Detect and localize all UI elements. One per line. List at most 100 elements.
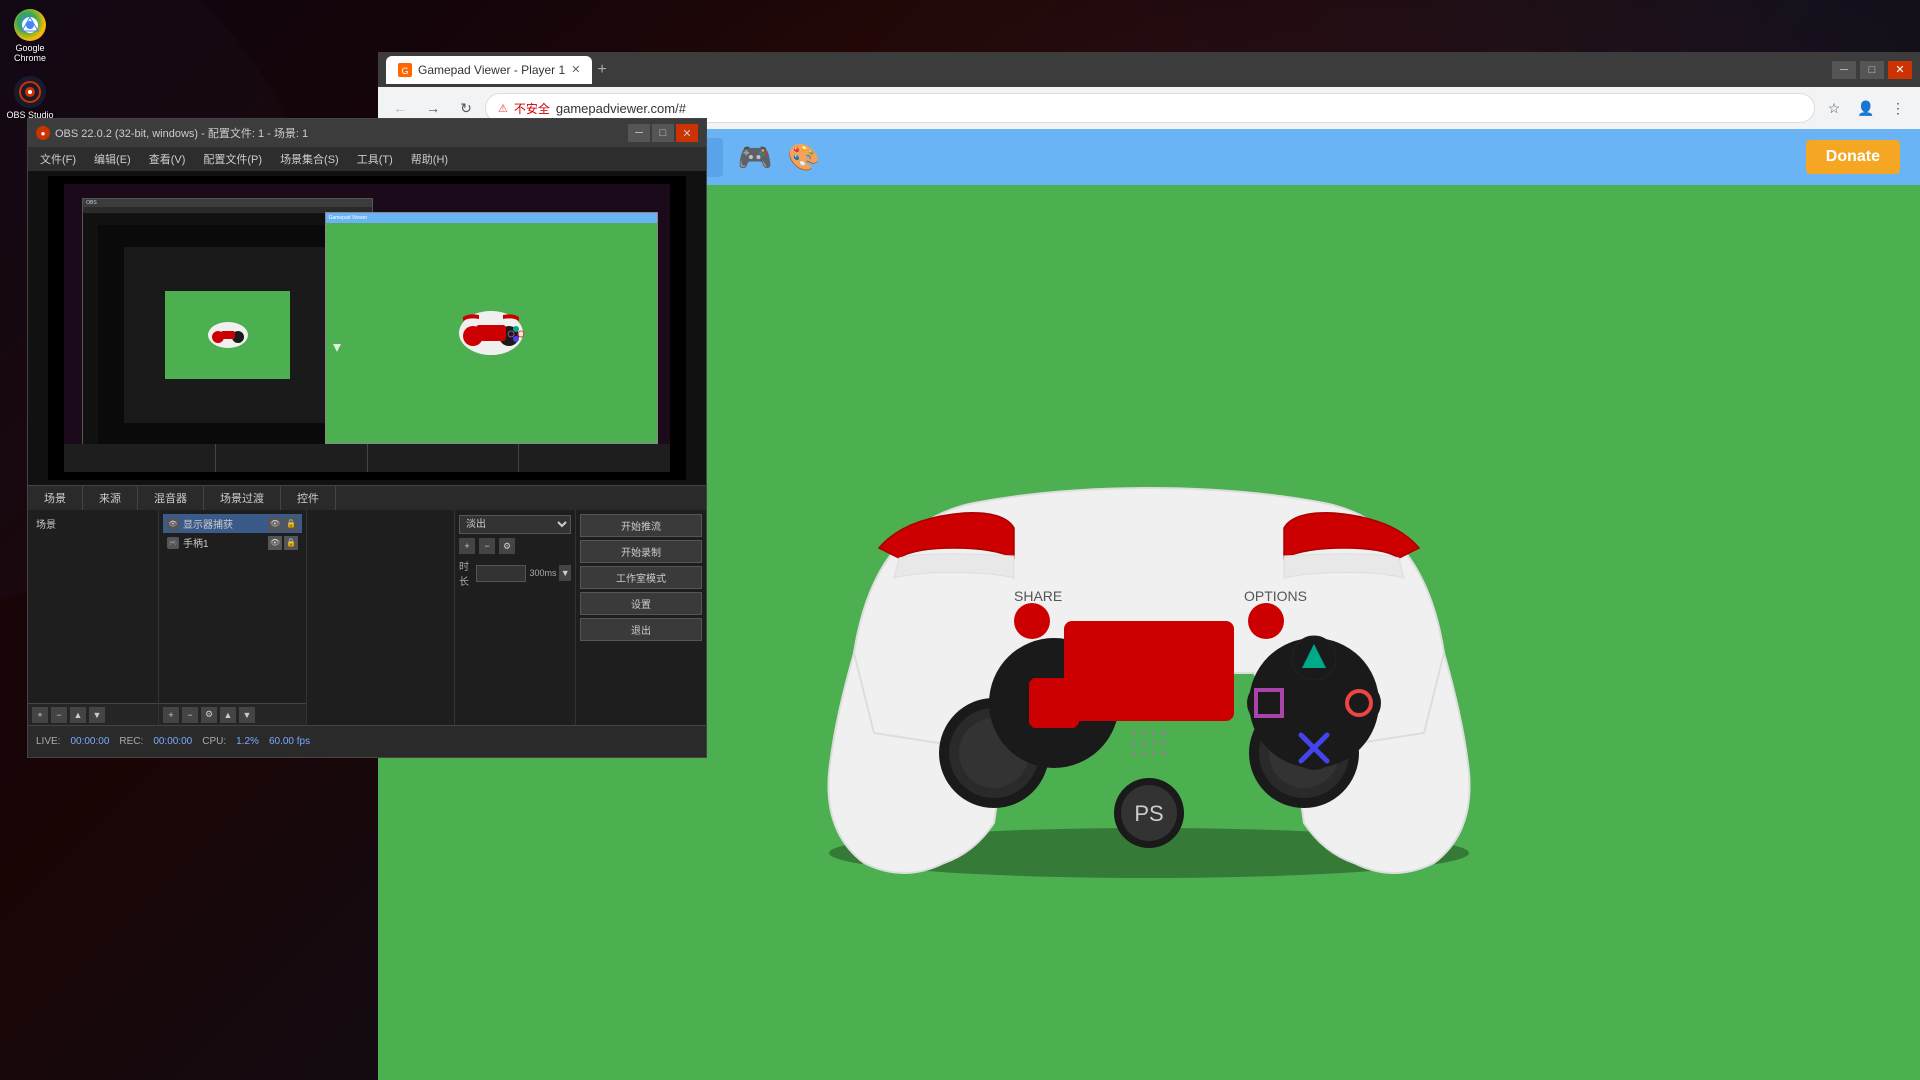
ps-icon: 🎮: [738, 141, 773, 174]
mixer-panel: [307, 510, 454, 725]
source-item-gamepad[interactable]: 🎮 手柄1 👁 🔒: [163, 533, 302, 552]
obs-panels: 场景 来源 混音器 场景过渡 控件 场景 + − ▲ ▼: [28, 485, 706, 725]
browser-minimize-button[interactable]: ─: [1832, 61, 1856, 79]
bookmark-button[interactable]: ☆: [1820, 94, 1848, 122]
scene-down-button[interactable]: ▼: [89, 707, 105, 723]
obs-menu-tools[interactable]: 工具(T): [349, 149, 401, 169]
obs-menu-help[interactable]: 帮助(H): [403, 149, 456, 169]
obs-titlebar: ● OBS 22.0.2 (32-bit, windows) - 配置文件: 1…: [28, 119, 706, 147]
source-up-button[interactable]: ▲: [220, 707, 236, 723]
browser-maximize-button[interactable]: □: [1860, 61, 1884, 79]
scene-panel-header[interactable]: 场景: [28, 486, 83, 510]
obs-maximize-button[interactable]: □: [652, 124, 674, 142]
duration-dropdown-button[interactable]: ▼: [559, 565, 571, 581]
scene-item[interactable]: 场景: [32, 514, 154, 533]
chrome-desktop-icon[interactable]: Google Chrome: [0, 5, 60, 67]
transition-remove-button[interactable]: −: [479, 538, 495, 554]
scene-add-button[interactable]: +: [32, 707, 48, 723]
live-value: 00:00:00: [70, 736, 109, 747]
source-remove-button[interactable]: −: [182, 707, 198, 723]
transition-settings-button[interactable]: ⚙: [499, 538, 515, 554]
controls-panel-header[interactable]: 控件: [281, 486, 336, 510]
cpu-label: CPU:: [202, 736, 226, 747]
source-gamepad-label: 手柄1: [183, 535, 264, 550]
obs-menu-view[interactable]: 查看(V): [141, 149, 194, 169]
exit-button[interactable]: 退出: [580, 618, 702, 641]
obs-preview-area: OBS: [28, 171, 706, 485]
obs-menu-scenecollection[interactable]: 场景集合(S): [272, 149, 347, 169]
svg-text:SHARE: SHARE: [1014, 588, 1062, 604]
svg-text:PS: PS: [1134, 801, 1163, 826]
obs-window: ● OBS 22.0.2 (32-bit, windows) - 配置文件: 1…: [27, 118, 707, 758]
url-display: gamepadviewer.com/#: [556, 101, 686, 116]
source-gamepad-icon: 🎮: [167, 537, 179, 549]
scene-up-button[interactable]: ▲: [70, 707, 86, 723]
obs-menu-edit[interactable]: 编辑(E): [86, 149, 139, 169]
cpu-value: 1.2%: [236, 736, 259, 747]
obs-close-button[interactable]: ✕: [676, 124, 698, 142]
svg-text:G: G: [401, 66, 408, 76]
source-down-button[interactable]: ▼: [239, 707, 255, 723]
source-panel-header[interactable]: 来源: [83, 486, 138, 510]
source-gamepad-lock-button[interactable]: 🔒: [284, 536, 298, 550]
scene-item-label: 场景: [36, 516, 56, 531]
browser-close-button[interactable]: ✕: [1888, 61, 1912, 79]
new-tab-button[interactable]: +: [597, 61, 606, 79]
extensions-button[interactable]: ⋮: [1884, 94, 1912, 122]
duration-input[interactable]: [476, 565, 526, 582]
tab-favicon: G: [398, 63, 412, 77]
chrome-icon-label: Google Chrome: [4, 43, 56, 63]
profile-button[interactable]: 👤: [1852, 94, 1880, 122]
source-gamepad-eye-button[interactable]: 👁: [268, 536, 282, 550]
obs-minimize-button[interactable]: ─: [628, 124, 650, 142]
mixer-list: [307, 510, 454, 725]
source-lock-button[interactable]: 🔒: [284, 517, 298, 531]
source-settings-button[interactable]: ⚙: [201, 707, 217, 723]
desktop-icons: Google Chrome OBS Studio: [0, 0, 60, 124]
source-item-display[interactable]: 👁 显示器捕获 👁 🔒: [163, 514, 302, 533]
source-panel-toolbar: + − ⚙ ▲ ▼: [159, 703, 306, 725]
source-add-button[interactable]: +: [163, 707, 179, 723]
scene-remove-button[interactable]: −: [51, 707, 67, 723]
studio-mode-button[interactable]: 工作室模式: [580, 566, 702, 589]
obs-desktop-icon[interactable]: OBS Studio: [2, 72, 57, 124]
security-icon: ⚠: [498, 102, 508, 115]
transition-add-button[interactable]: +: [459, 538, 475, 554]
start-stream-button[interactable]: 开始推流: [580, 514, 702, 537]
obs-menu-file[interactable]: 文件(F): [32, 149, 84, 169]
start-record-button[interactable]: 开始录制: [580, 540, 702, 563]
controls-panel: 开始推流 开始录制 工作室模式 设置 退出: [576, 510, 706, 725]
live-label: LIVE:: [36, 736, 60, 747]
sources-list: 👁 显示器捕获 👁 🔒 🎮 手柄1 👁 🔒: [159, 510, 306, 703]
tab-title: Gamepad Viewer - Player 1: [418, 63, 565, 77]
source-eye-button[interactable]: 👁: [268, 517, 282, 531]
obs-window-title: OBS 22.0.2 (32-bit, windows) - 配置文件: 1 -…: [55, 125, 308, 141]
donate-button[interactable]: Donate: [1806, 140, 1900, 174]
obs-panel-content: 场景 + − ▲ ▼ 👁 显示器捕获 👁: [28, 510, 706, 725]
obs-menu-profile[interactable]: 配置文件(P): [195, 149, 270, 169]
browser-action-buttons: ☆ 👤 ⋮: [1820, 94, 1912, 122]
mixer-panel-header[interactable]: 混音器: [138, 486, 204, 510]
obs-status-bar: LIVE: 00:00:00 REC: 00:00:00 CPU: 1.2% 6…: [28, 725, 706, 757]
duration-label: 时长: [459, 558, 473, 588]
security-label: 不安全: [514, 100, 550, 117]
rec-label: REC:: [119, 736, 143, 747]
svg-text:OPTIONS: OPTIONS: [1244, 588, 1307, 604]
source-display-label: 显示器捕获: [183, 516, 264, 531]
sources-panel: 👁 显示器捕获 👁 🔒 🎮 手柄1 👁 🔒: [159, 510, 306, 725]
transition-panel-header[interactable]: 场景过渡: [204, 486, 281, 510]
settings-button[interactable]: 设置: [580, 592, 702, 615]
fps-value: 60.00 fps: [269, 736, 310, 747]
obs-panel-headers: 场景 来源 混音器 场景过渡 控件: [28, 485, 706, 510]
obs-app-icon: ●: [36, 126, 50, 140]
scenes-list: 场景: [28, 510, 158, 703]
transition-panel: 淡出 + − ⚙ 时长 300ms ▼: [455, 510, 575, 725]
obs-menubar: 文件(F) 编辑(E) 查看(V) 配置文件(P) 场景集合(S) 工具(T) …: [28, 147, 706, 171]
tab-close-button[interactable]: ✕: [571, 63, 580, 76]
transition-select[interactable]: 淡出: [459, 515, 571, 534]
duration-value-display: 300ms: [529, 568, 556, 578]
transition-controls: + − ⚙: [459, 538, 571, 554]
obs-window-controls: ─ □ ✕: [628, 124, 698, 142]
browser-tab-active[interactable]: G Gamepad Viewer - Player 1 ✕: [386, 56, 592, 84]
rec-value: 00:00:00: [153, 736, 192, 747]
